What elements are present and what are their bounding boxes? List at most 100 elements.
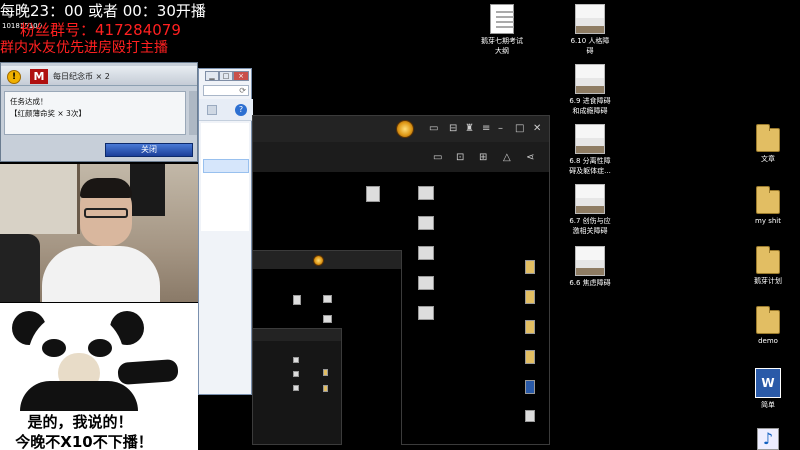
explorer-selected-row[interactable] xyxy=(203,159,249,173)
desktop-icon-label: 鹅芽七期考试 大纲 xyxy=(481,37,523,55)
browser-toolrow: ▭ ⊡ ⊞ △ ⋖ xyxy=(253,142,549,172)
preview-word xyxy=(525,380,535,394)
maximize-icon[interactable]: □ xyxy=(515,123,524,135)
webcam-feed xyxy=(0,164,198,302)
slide-thumbnail-icon xyxy=(575,64,605,94)
meme-caption-line1: 是的，我说的！ xyxy=(27,413,133,431)
folder-icon xyxy=(756,246,780,274)
explorer-maximize-button[interactable]: □ xyxy=(219,71,233,81)
preview-folder xyxy=(525,260,535,274)
desktop-icon-word-doc[interactable]: W 简单 xyxy=(736,368,800,410)
nested-titlebar xyxy=(253,329,341,341)
panda-eye-left xyxy=(42,339,66,357)
explorer-minimize-button[interactable]: ▁ xyxy=(205,71,219,81)
preview-folder xyxy=(323,369,328,376)
daily-coin-dialog: ! M 每日纪念币 × 2 任务达成！ 【红颜薄命奖 × 3次】 关闭 xyxy=(0,62,198,162)
streamer-glasses xyxy=(84,208,128,218)
desktop-icon-label: 鹅芽计划 xyxy=(754,277,782,285)
app-logo-icon[interactable] xyxy=(396,120,414,138)
preview-thumb xyxy=(418,216,434,230)
preview-thumb xyxy=(323,295,332,303)
explorer-address-bar[interactable]: ⟳ xyxy=(203,85,249,96)
music-file-icon: ♪ xyxy=(757,428,779,450)
dialog-scrollbar[interactable] xyxy=(189,91,197,135)
preview-folder xyxy=(525,290,535,304)
explorer-window: ▁ □ × ⟳ ? xyxy=(198,68,253,395)
desktop-icon-my-shit-folder[interactable]: my shit xyxy=(736,186,800,226)
bag-icon[interactable]: ⊟ xyxy=(449,123,457,135)
slide-thumbnail-icon xyxy=(575,246,605,276)
more-icon[interactable]: ≡ xyxy=(482,123,490,135)
nested-titlebar xyxy=(253,251,401,269)
desktop-icon-articles-folder[interactable]: 文章 xyxy=(736,124,800,164)
document-icon xyxy=(490,4,514,34)
panda-pointing-arm xyxy=(117,358,179,386)
folder-icon xyxy=(756,124,780,152)
desktop-icon-6-8[interactable]: 6.8 分离性障 碍及躯体症... xyxy=(558,124,622,176)
desktop-icon-exam-outline[interactable]: 鹅芽七期考试 大纲 xyxy=(470,4,534,56)
desktop-icon-demo-folder[interactable]: demo xyxy=(736,306,800,346)
desktop-icon-label: 文章 xyxy=(761,155,775,163)
shirt-icon[interactable]: ♜ xyxy=(465,123,474,135)
desktop-icon-6-7[interactable]: 6.7 创伤与应 激相关障碍 xyxy=(558,184,622,236)
preview-doc-thumb xyxy=(293,295,301,305)
explorer-close-button[interactable]: × xyxy=(233,71,249,81)
preview-thumb xyxy=(418,186,434,200)
refresh-icon[interactable]: ⟳ xyxy=(239,86,246,95)
desktop-icon-label: demo xyxy=(758,337,778,345)
desktop-icon-6-10[interactable]: 6.10 人格障 碍 xyxy=(558,4,622,56)
minimize-icon[interactable]: – xyxy=(498,123,503,135)
streamer-body xyxy=(42,246,160,302)
preview-thumb xyxy=(293,385,299,391)
view-icon[interactable] xyxy=(207,105,217,115)
preview-music xyxy=(525,410,535,422)
desktop-icon-label: 6.9 进食障碍 和成瘾障碍 xyxy=(569,97,611,115)
desktop-icon-music[interactable]: ♪ xyxy=(736,428,800,450)
stream-schedule-text: 每晚23：00 或者 00：30开播 xyxy=(0,2,206,20)
panda-meme: 是的，我说的！ 今晚不X10不下播！ xyxy=(0,303,198,450)
desktop-icon-6-9[interactable]: 6.9 进食障碍 和成瘾障碍 xyxy=(558,64,622,116)
screen-icon[interactable]: ▭ xyxy=(429,123,438,135)
explorer-file-list xyxy=(201,123,249,231)
monitor-icon[interactable]: ▭ xyxy=(433,152,442,164)
dialog-close-button[interactable]: 关闭 xyxy=(105,143,193,157)
dialog-message-line: 【红颜薄命奖 × 3次】 xyxy=(10,109,86,118)
help-icon[interactable]: ? xyxy=(235,104,247,116)
preview-thumb xyxy=(418,276,434,290)
streamer-hair xyxy=(80,178,132,198)
preview-folder xyxy=(525,320,535,334)
dialog-message-box: 任务达成！ 【红颜薄命奖 × 3次】 xyxy=(4,91,186,135)
lock-icon[interactable]: ⊡ xyxy=(456,152,464,164)
hanging-coat xyxy=(130,164,165,216)
panda-body xyxy=(20,381,138,411)
preview-folder xyxy=(323,385,328,392)
preview-thumb xyxy=(293,357,299,363)
browser-window-nested-2 xyxy=(252,328,342,445)
folder-icon xyxy=(756,306,780,334)
close-icon[interactable]: ✕ xyxy=(533,123,541,135)
preview-thumb xyxy=(418,306,434,320)
preview-thumb xyxy=(418,246,434,260)
fan-group-note-text: 群内水友优先进房殴打主播 xyxy=(0,40,168,56)
desktop-icon-label: 简单 xyxy=(761,401,775,409)
bell-icon[interactable]: △ xyxy=(503,152,511,164)
preview-doc-thumb xyxy=(366,186,380,202)
explorer-toolbar: ? xyxy=(199,99,253,121)
panda-eye-right xyxy=(88,339,112,357)
slide-thumbnail-icon xyxy=(575,4,605,34)
word-document-icon: W xyxy=(755,368,781,398)
dialog-message-line: 任务达成！ xyxy=(10,97,48,106)
desktop-icon-6-6[interactable]: 6.6 焦虑障碍 xyxy=(558,246,622,288)
preview-thumb xyxy=(323,315,332,323)
box-icon[interactable]: ⊞ xyxy=(479,152,487,164)
shelf xyxy=(0,164,80,234)
share-icon[interactable]: ⋖ xyxy=(526,152,534,164)
desktop-icon-label: 6.10 人格障 碍 xyxy=(570,37,610,55)
dialog-title: 每日纪念币 × 2 xyxy=(53,72,110,81)
warning-icon: ! xyxy=(7,70,21,84)
app-logo-icon xyxy=(313,255,324,266)
slide-thumbnail-icon xyxy=(575,184,605,214)
microphone xyxy=(0,234,40,302)
dialog-titlebar: ! M 每日纪念币 × 2 xyxy=(1,66,197,86)
desktop-icon-plan-folder[interactable]: 鹅芽计划 xyxy=(736,246,800,286)
